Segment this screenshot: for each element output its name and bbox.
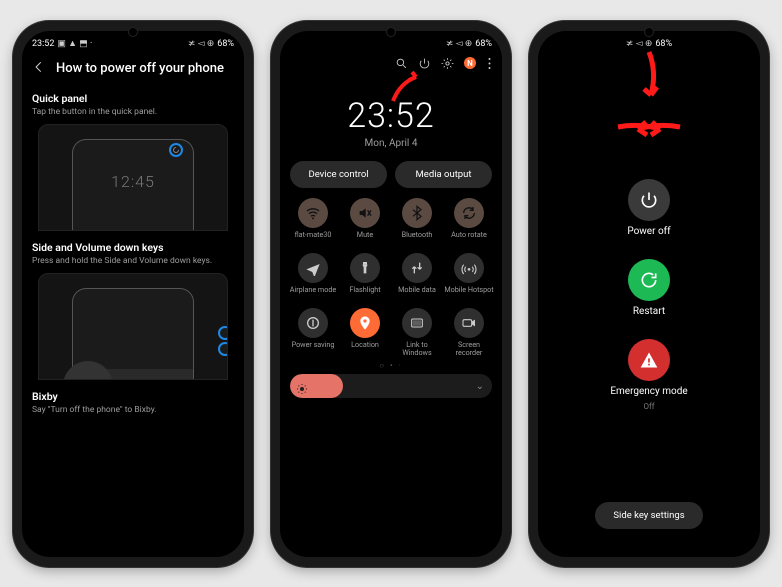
quick-toggle-label: Mobile Hotspot xyxy=(444,286,493,302)
quick-toggle-bluetooth[interactable]: Bluetooth xyxy=(392,198,442,247)
quick-panel-toolbar: N xyxy=(280,53,502,72)
quick-toggle-label: Link to Windows xyxy=(392,341,442,358)
back-icon[interactable] xyxy=(32,59,46,78)
status-time: 23:52 xyxy=(32,39,54,49)
emergency-label: Emergency mode xyxy=(610,386,687,397)
status-battery: 68% xyxy=(475,39,492,49)
search-icon[interactable] xyxy=(395,57,408,70)
section-quick-panel: Quick panel Tap the button in the quick … xyxy=(22,92,244,237)
quick-toggle-label: Power saving xyxy=(292,341,335,357)
gear-icon[interactable] xyxy=(441,57,454,70)
phone-frame-3: ≭ ◅ ⊕ 68% xyxy=(529,21,769,567)
quick-toggle-label: Location xyxy=(351,341,379,357)
clock: 23:52 Mon, April 4 xyxy=(280,96,502,149)
power-icon xyxy=(628,179,670,221)
status-battery: 68% xyxy=(217,39,234,49)
quick-toggle-mute[interactable]: Mute xyxy=(340,198,390,247)
page-indicator: ○ • · xyxy=(280,361,502,370)
section-bixby: Bixby Say "Turn off the phone" to Bixby. xyxy=(22,390,244,428)
chevron-down-icon[interactable]: ⌄ xyxy=(476,381,484,392)
quick-toggle-power-saving[interactable]: Power saving xyxy=(288,308,338,358)
section-body: Say "Turn off the phone" to Bixby. xyxy=(32,405,234,416)
leaf-icon xyxy=(298,308,328,338)
quick-toggle-label: Mobile data xyxy=(398,286,436,302)
bluetooth-icon xyxy=(402,198,432,228)
annotation-arrow-icon xyxy=(629,47,669,107)
side-key-settings-button[interactable]: Side key settings xyxy=(595,502,702,529)
volume-key-highlight xyxy=(218,326,228,340)
notification-badge[interactable]: N xyxy=(464,57,476,69)
section-side-volume: Side and Volume down keys Press and hold… xyxy=(22,241,244,386)
illustration-side-keys xyxy=(38,273,228,380)
quick-toggle-label: Bluetooth xyxy=(402,231,433,247)
restart-icon xyxy=(628,259,670,301)
hotspot-icon xyxy=(454,253,484,283)
mute-icon xyxy=(350,198,380,228)
status-left-icons: ▣ ▲ ⬒ · xyxy=(57,38,92,49)
warning-icon xyxy=(628,339,670,381)
link-icon xyxy=(402,308,432,338)
quick-toggle-mobile-data[interactable]: Mobile data xyxy=(392,253,442,302)
quick-toggle-label: flat-mate30 xyxy=(295,231,332,247)
power-icon[interactable] xyxy=(418,57,431,70)
section-heading: Bixby xyxy=(32,390,234,403)
overflow-icon[interactable] xyxy=(486,57,492,70)
quick-settings-grid: flat-mate30 Mute Bluetooth Auto rotate Airpl… xyxy=(280,198,502,358)
illustration-time: 12:45 xyxy=(73,172,193,191)
quick-toggle-label: Screen recorder xyxy=(444,341,494,358)
brightness-slider[interactable]: ⌄ xyxy=(290,374,492,398)
quick-toggle-label: Flashlight xyxy=(349,286,380,302)
restart-button[interactable]: Restart xyxy=(628,259,670,317)
side-key-highlight xyxy=(218,342,228,356)
data-icon xyxy=(402,253,432,283)
phone-frame-2: ≭ ◅ ⊕ 68% N xyxy=(271,21,511,567)
restart-label: Restart xyxy=(633,306,665,317)
airplane-icon xyxy=(298,253,328,283)
annotation-arrow-icon xyxy=(628,115,684,145)
quick-toggle-flat-mate30[interactable]: flat-mate30 xyxy=(288,198,338,247)
media-output-button[interactable]: Media output xyxy=(395,161,492,188)
quick-toggle-auto-rotate[interactable]: Auto rotate xyxy=(444,198,494,247)
power-off-label: Power off xyxy=(627,226,670,237)
quick-toggle-flashlight[interactable]: Flashlight xyxy=(340,253,390,302)
quick-toggle-label: Auto rotate xyxy=(451,231,487,247)
flashlight-icon xyxy=(350,253,380,283)
record-icon xyxy=(454,308,484,338)
status-signal-icons: ≭ ◅ ⊕ xyxy=(188,39,214,49)
clock-time: 23:52 xyxy=(280,96,502,136)
status-signal-icons: ≭ ◅ ⊕ xyxy=(446,39,472,49)
device-control-button[interactable]: Device control xyxy=(290,161,387,188)
power-off-button[interactable]: Power off xyxy=(627,179,670,237)
quick-toggle-hotspot[interactable]: Mobile Hotspot xyxy=(444,253,494,302)
section-heading: Side and Volume down keys xyxy=(32,241,234,254)
emergency-sub: Off xyxy=(643,402,654,411)
quick-toggle-label: Mute xyxy=(357,231,373,247)
phone-frame-1: 23:52 ▣ ▲ ⬒ · ≭ ◅ ⊕ 68% How to power off… xyxy=(13,21,253,567)
rotate-icon xyxy=(454,198,484,228)
brightness-icon xyxy=(296,380,308,392)
emergency-mode-button[interactable]: Emergency mode Off xyxy=(610,339,687,411)
quick-toggle-airplane[interactable]: Airplane mode xyxy=(288,253,338,302)
illustration-quick-panel: 12:45 xyxy=(38,124,228,231)
quick-toggle-label: Airplane mode xyxy=(290,286,336,302)
page-title: How to power off your phone xyxy=(56,61,224,76)
quick-toggle-link-windows[interactable]: Link to Windows xyxy=(392,308,442,358)
section-body: Press and hold the Side and Volume down … xyxy=(32,256,234,267)
wifi-icon xyxy=(298,198,328,228)
section-heading: Quick panel xyxy=(32,92,234,105)
power-icon-highlight xyxy=(169,143,183,157)
section-body: Tap the button in the quick panel. xyxy=(32,107,234,118)
clock-date: Mon, April 4 xyxy=(280,138,502,149)
quick-toggle-screen-rec[interactable]: Screen recorder xyxy=(444,308,494,358)
location-icon xyxy=(350,308,380,338)
quick-toggle-location[interactable]: Location xyxy=(340,308,390,358)
